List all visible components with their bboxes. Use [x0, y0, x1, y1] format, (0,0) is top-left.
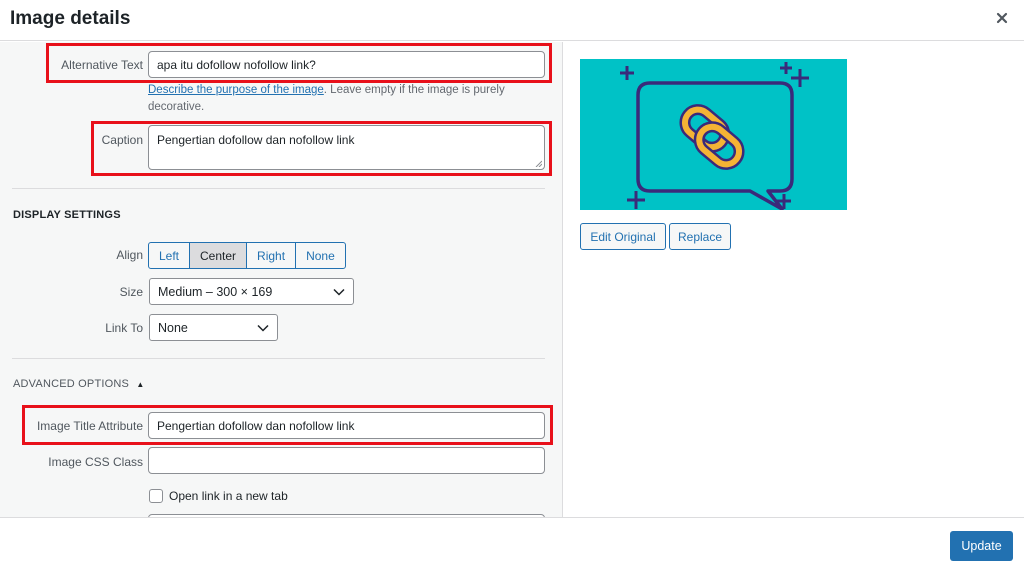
chain-link-illustration: [620, 62, 809, 211]
replace-button[interactable]: Replace: [669, 223, 731, 250]
modal-header: Image details: [0, 0, 1024, 41]
align-right-button[interactable]: Right: [247, 243, 297, 268]
highlight-box-title: [22, 405, 553, 445]
describe-purpose-link[interactable]: Describe the purpose of the image: [148, 84, 324, 96]
css-class-input[interactable]: [148, 447, 545, 474]
divider: [12, 188, 545, 189]
size-select[interactable]: Medium – 300 × 169: [149, 278, 354, 305]
link-to-label: Link To: [105, 321, 143, 335]
highlight-box-alt: [46, 43, 552, 83]
image-preview: [580, 59, 847, 211]
align-label: Align: [116, 248, 143, 262]
plus-icon: [791, 69, 809, 87]
modal-footer: Update: [0, 517, 1024, 570]
css-class-label: Image CSS Class: [48, 455, 143, 469]
display-settings-heading: DISPLAY SETTINGS: [13, 209, 121, 221]
settings-panel: Alternative Text apa itu dofollow nofoll…: [0, 42, 563, 517]
advanced-options-toggle[interactable]: ADVANCED OPTIONS ▲: [13, 378, 144, 390]
collapse-arrow-icon: ▲: [136, 380, 145, 389]
align-left-button[interactable]: Left: [149, 243, 191, 268]
update-button[interactable]: Update: [950, 531, 1013, 561]
chevron-down-icon: [333, 288, 345, 296]
align-none-button[interactable]: None: [296, 243, 345, 268]
close-icon[interactable]: [994, 10, 1010, 26]
advanced-options-heading: ADVANCED OPTIONS: [13, 378, 130, 390]
size-value: Medium – 300 × 169: [158, 284, 273, 299]
edit-original-button[interactable]: Edit Original: [580, 223, 666, 250]
align-center-button[interactable]: Center: [190, 243, 248, 268]
plus-icon: [627, 191, 645, 209]
align-button-group: Left Center Right None: [148, 242, 346, 269]
link-to-value: None: [158, 320, 188, 335]
plus-icon: [780, 62, 792, 74]
divider: [12, 358, 545, 359]
preview-panel: Edit Original Replace: [563, 42, 1024, 517]
new-tab-label: Open link in a new tab: [169, 489, 288, 503]
highlight-box-caption: [91, 121, 552, 176]
size-label: Size: [119, 285, 143, 299]
help-text: . Leave empty if the image is purely: [323, 84, 505, 96]
chevron-down-icon: [257, 324, 269, 332]
plus-icon: [620, 66, 634, 80]
new-tab-checkbox[interactable]: [149, 489, 163, 503]
link-to-select[interactable]: None: [149, 314, 278, 341]
help-text-line2: decorative.: [148, 101, 205, 113]
modal-title: Image details: [10, 8, 131, 29]
alt-text-help: Describe the purpose of the image. Leave…: [148, 82, 548, 116]
